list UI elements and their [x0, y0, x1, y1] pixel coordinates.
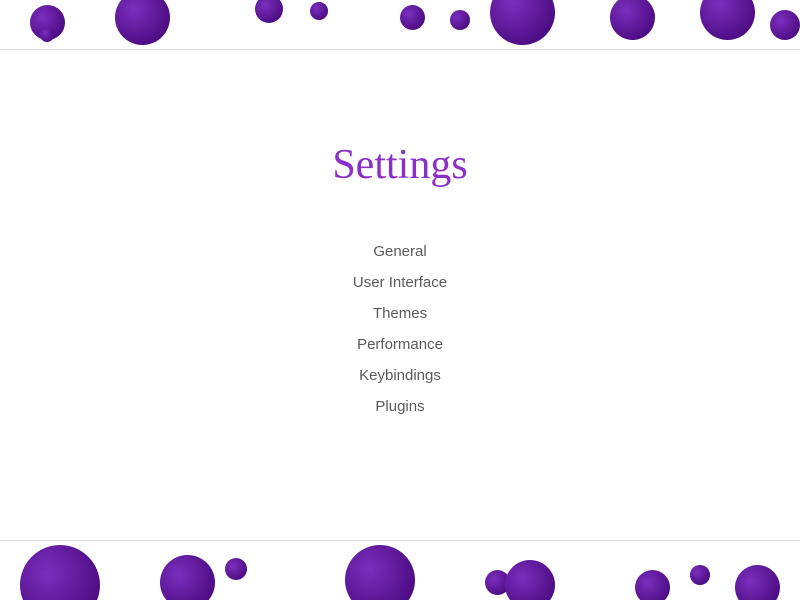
circle-top-10 — [700, 0, 755, 40]
circle-top-4 — [255, 0, 283, 23]
circle-top-1 — [115, 0, 170, 45]
circle-bottom-1 — [20, 545, 100, 600]
circle-bottom-8 — [690, 565, 710, 585]
circle-top-3 — [40, 28, 54, 42]
menu-item-plugins[interactable]: Plugins — [363, 394, 436, 419]
circle-top-9 — [610, 0, 655, 40]
circle-bottom-6 — [505, 560, 555, 600]
bottom-decoration — [0, 540, 800, 600]
menu-item-keybindings[interactable]: Keybindings — [347, 363, 453, 388]
circle-top-11 — [770, 10, 800, 40]
menu-item-general[interactable]: General — [361, 239, 438, 264]
circle-bottom-4 — [345, 545, 415, 600]
menu-item-themes[interactable]: Themes — [361, 301, 439, 326]
settings-menu: General User Interface Themes Performance Ke… — [341, 239, 459, 419]
menu-item-user-interface[interactable]: User Interface — [341, 270, 459, 295]
page-title: Settings — [332, 141, 467, 189]
circle-bottom-7 — [635, 570, 670, 600]
circle-bottom-9 — [735, 565, 780, 600]
circle-bottom-3 — [225, 558, 247, 580]
circle-top-8 — [490, 0, 555, 45]
top-decoration — [0, 0, 800, 50]
main-content: Settings General User Interface Themes Perf… — [0, 50, 800, 540]
circle-top-5 — [310, 2, 328, 20]
menu-item-performance[interactable]: Performance — [345, 332, 455, 357]
circle-top-6 — [400, 5, 425, 30]
circle-top-7 — [450, 10, 470, 30]
circle-bottom-2 — [160, 555, 215, 600]
